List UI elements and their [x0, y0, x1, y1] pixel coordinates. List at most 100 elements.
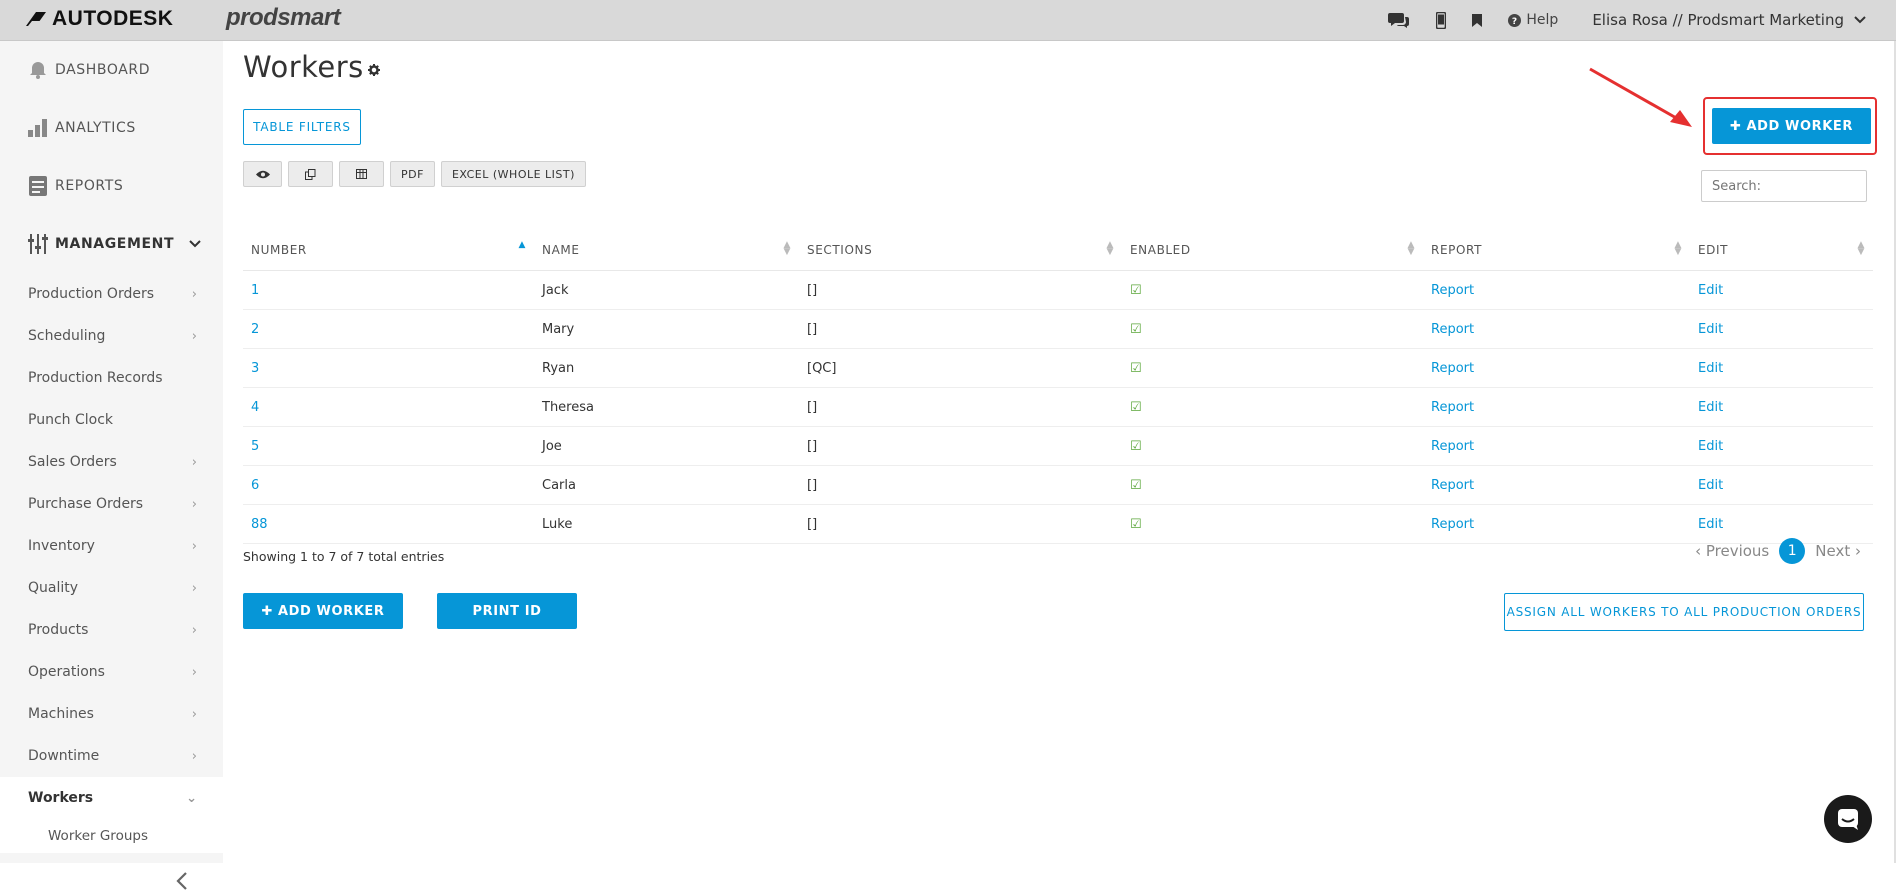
sidebar-item-analytics[interactable]: ANALYTICS [0, 99, 223, 157]
top-actions: ? Help Elisa Rosa // Prodsmart Marketing [1388, 0, 1866, 40]
column-visibility-button[interactable] [243, 161, 282, 187]
chevron-right-icon: › [191, 664, 197, 680]
report-link[interactable]: Report [1431, 322, 1474, 337]
help-icon: ? [1508, 13, 1522, 27]
check-square-icon: ☑ [1130, 282, 1142, 298]
edit-link[interactable]: Edit [1698, 283, 1723, 298]
report-link[interactable]: Report [1431, 478, 1474, 493]
sidebar-item-label: Products [28, 622, 89, 638]
worker-number-link[interactable]: 5 [251, 439, 259, 454]
edit-link[interactable]: Edit [1698, 517, 1723, 532]
edit-link[interactable]: Edit [1698, 439, 1723, 454]
sidebar-item-label: Workers [28, 790, 94, 806]
chevron-right-icon: › [191, 286, 197, 302]
sidebar-label-analytics: ANALYTICS [55, 120, 136, 136]
sidebar-item-inventory[interactable]: Inventory › [0, 525, 223, 567]
check-square-icon: ☑ [1130, 516, 1142, 532]
sidebar-item-products[interactable]: Products › [0, 609, 223, 651]
sidebar-item-punch-clock[interactable]: Punch Clock [0, 399, 223, 441]
worker-number-link[interactable]: 1 [251, 283, 259, 298]
sidebar-item-machines[interactable]: Machines › [0, 693, 223, 735]
excel-button[interactable]: EXCEL (WHOLE LIST) [440, 161, 586, 187]
assign-all-workers-button[interactable]: ASSIGN ALL WORKERS TO ALL PRODUCTION ORD… [1504, 593, 1864, 631]
column-header-name[interactable]: NAME ▲ ▼ [534, 230, 799, 271]
table-filters-button[interactable]: TABLE FILTERS [243, 109, 361, 145]
gear-icon[interactable] [367, 64, 380, 80]
table-icon [356, 169, 367, 179]
search-input[interactable] [1701, 170, 1867, 202]
page-title: Workers [243, 50, 380, 84]
user-menu[interactable]: Elisa Rosa // Prodsmart Marketing [1592, 11, 1866, 29]
worker-number-link[interactable]: 88 [251, 517, 268, 532]
report-link[interactable]: Report [1431, 439, 1474, 454]
chat-icon[interactable] [1388, 11, 1410, 29]
edit-link[interactable]: Edit [1698, 400, 1723, 415]
report-link[interactable]: Report [1431, 400, 1474, 415]
worker-number-link[interactable]: 4 [251, 400, 259, 415]
sidebar-item-quality[interactable]: Quality › [0, 567, 223, 609]
collapse-sidebar-icon[interactable] [176, 871, 188, 896]
report-link[interactable]: Report [1431, 283, 1474, 298]
check-square-icon: ☑ [1130, 360, 1142, 376]
sidebar-item-dashboard[interactable]: DASHBOARD [0, 41, 223, 99]
page-1-button[interactable]: 1 [1779, 538, 1806, 564]
edit-link[interactable]: Edit [1698, 361, 1723, 376]
check-square-icon: ☑ [1130, 477, 1142, 493]
chat-support-button[interactable] [1824, 795, 1872, 843]
chevron-right-icon: › [191, 454, 197, 470]
worker-name: Carla [534, 465, 799, 505]
worker-name: Joe [534, 426, 799, 466]
sidebar-item-reports[interactable]: REPORTS [0, 157, 223, 215]
add-worker-button-bottom[interactable]: ✚ ADD WORKER [243, 593, 403, 629]
sidebar-subitem-worker-groups[interactable]: Worker Groups [0, 819, 223, 853]
column-header-edit[interactable]: EDIT ▲ ▼ [1690, 230, 1873, 271]
user-label: Elisa Rosa // Prodsmart Marketing [1592, 11, 1844, 29]
sidebar-item-management[interactable]: MANAGEMENT [0, 215, 223, 273]
sidebar-item-sales-orders[interactable]: Sales Orders › [0, 441, 223, 483]
copy-icon [305, 168, 316, 180]
worker-name: Luke [534, 504, 799, 544]
sidebar-item-label: Operations [28, 664, 105, 680]
sidebar-item-operations[interactable]: Operations › [0, 651, 223, 693]
column-header-sections[interactable]: SECTIONS ▲ ▼ [799, 230, 1122, 271]
edit-link[interactable]: Edit [1698, 478, 1723, 493]
edit-link[interactable]: Edit [1698, 322, 1723, 337]
worker-number-link[interactable]: 2 [251, 322, 259, 337]
sidebar-item-scheduling[interactable]: Scheduling › [0, 315, 223, 357]
annotation-arrow [1589, 67, 1692, 127]
svg-text:?: ? [1512, 17, 1517, 27]
sidebar-item-workers[interactable]: Workers ⌄ [0, 777, 223, 819]
sidebar-item-downtime[interactable]: Downtime › [0, 735, 223, 777]
worker-number-link[interactable]: 3 [251, 361, 259, 376]
next-page-button[interactable]: Next › [1815, 542, 1861, 560]
copy-button[interactable] [288, 161, 333, 187]
product-logo[interactable]: prodsmart [226, 4, 341, 32]
mobile-icon[interactable] [1436, 11, 1447, 29]
sidebar-item-production-orders[interactable]: Production Orders › [0, 273, 223, 315]
column-header-report[interactable]: REPORT ▲ ▼ [1423, 230, 1690, 271]
sidebar-item-production-records[interactable]: Production Records [0, 357, 223, 399]
pdf-button[interactable]: PDF [390, 161, 435, 187]
add-worker-button-top[interactable]: ✚ ADD WORKER [1712, 108, 1871, 144]
table-row: 1 Jack [] ☑ Report Edit [243, 270, 1873, 310]
column-header-enabled[interactable]: ENABLED ▲ ▼ [1122, 230, 1423, 271]
chevron-right-icon: › [191, 496, 197, 512]
help-link[interactable]: ? Help [1508, 12, 1558, 28]
sidebar-item-label: Purchase Orders [28, 496, 144, 512]
csv-button[interactable] [339, 161, 384, 187]
table-row: 6 Carla [] ☑ Report Edit [243, 465, 1873, 505]
bookmark-icon[interactable] [1472, 13, 1483, 27]
report-link[interactable]: Report [1431, 361, 1474, 376]
previous-page-button[interactable]: ‹ Previous [1695, 542, 1769, 560]
worker-sections: [] [799, 504, 1122, 544]
chevron-right-icon: › [191, 706, 197, 722]
sidebar-item-purchase-orders[interactable]: Purchase Orders › [0, 483, 223, 525]
report-link[interactable]: Report [1431, 517, 1474, 532]
print-id-button[interactable]: PRINT ID [437, 593, 577, 629]
chevron-down-icon: ⌄ [186, 790, 197, 806]
autodesk-logo[interactable]: AUTODESK [26, 7, 173, 31]
column-header-number[interactable]: NUMBER ▲ [243, 230, 534, 271]
check-square-icon: ☑ [1130, 399, 1142, 415]
worker-number-link[interactable]: 6 [251, 478, 259, 493]
sidebar-label-dashboard: DASHBOARD [55, 62, 151, 78]
